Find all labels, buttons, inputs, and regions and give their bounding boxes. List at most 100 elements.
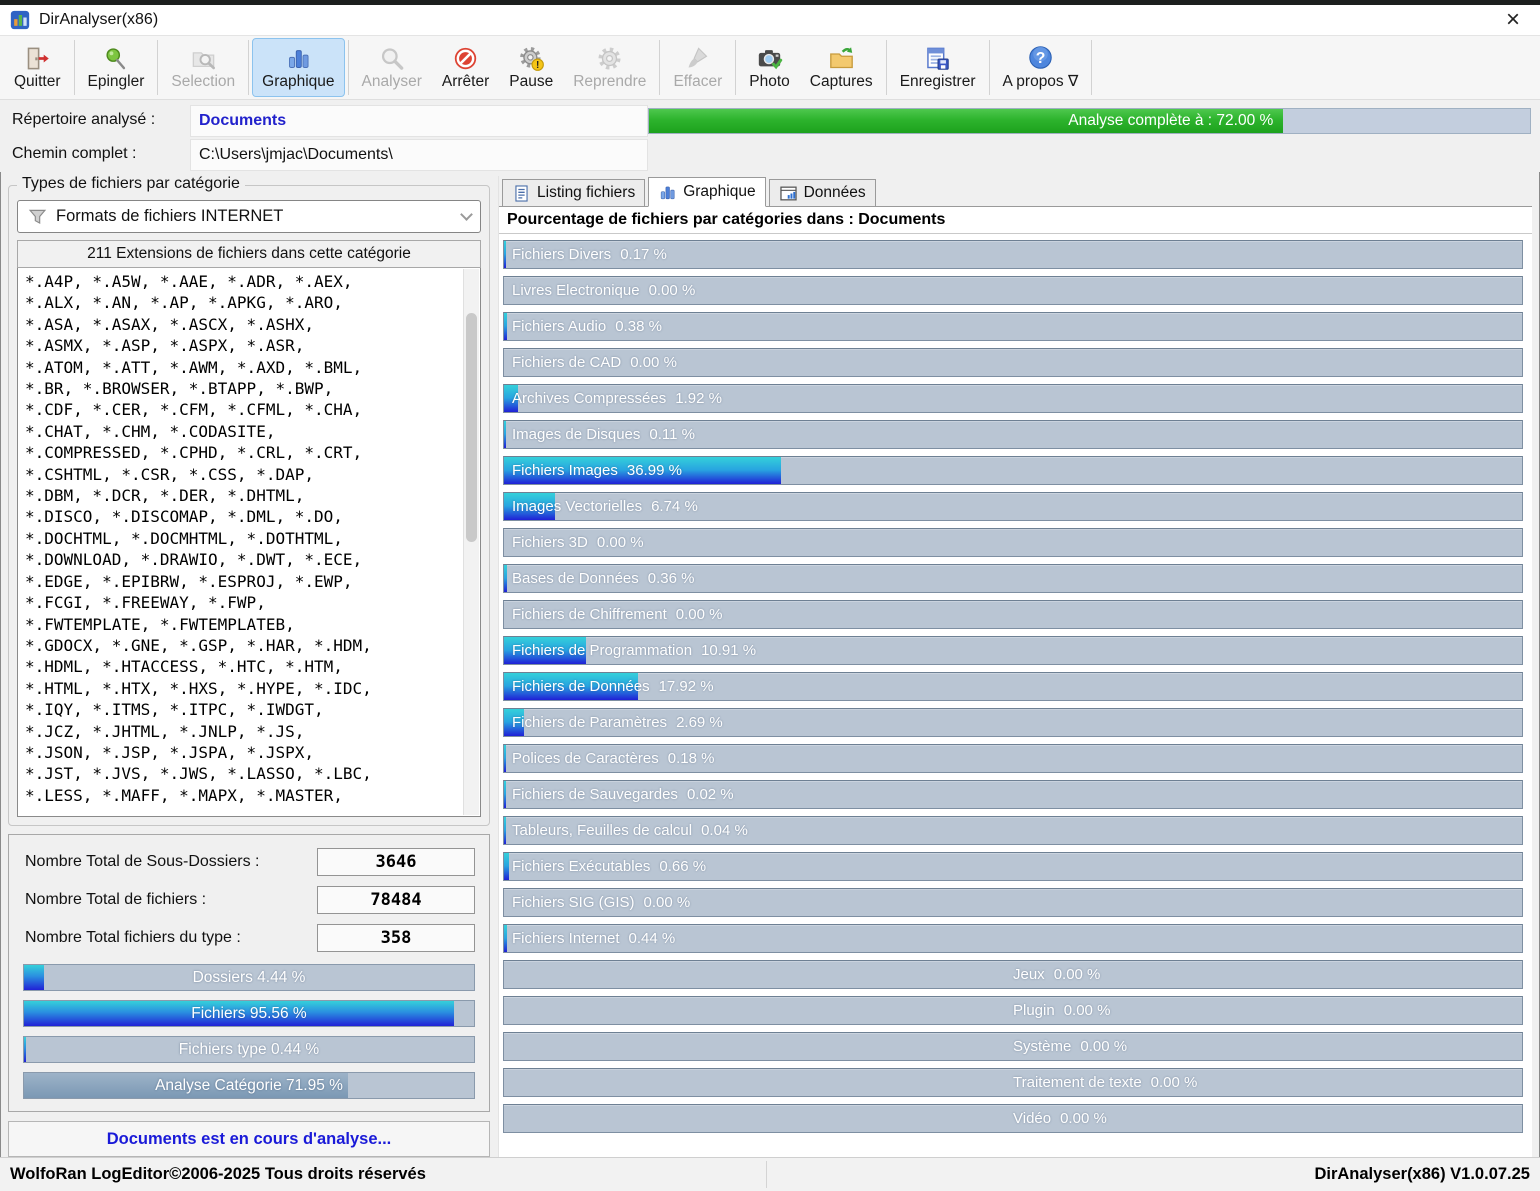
file-types-groupbox: Types de fichiers par catégorie Formats … — [8, 185, 490, 826]
chart-bar-category: Fichiers Exécutables — [512, 858, 650, 875]
statusbar-version: DirAnalyser(x86) V1.0.07.25 — [1314, 1165, 1530, 1184]
chart-bar-value: 0.44 % — [629, 930, 676, 947]
toolbar-button-label: Analyser — [362, 73, 422, 91]
tab-label: Graphique — [683, 183, 755, 201]
toolbar-button-label: Epingler — [88, 73, 145, 91]
chart-bar-text: Fichiers Internet 0.44 % — [504, 925, 1522, 952]
toolbar-button-label: Graphique — [262, 73, 334, 91]
chart-bar-text: Fichiers de Données17.92 % — [504, 673, 1522, 700]
filter-funnel-icon — [27, 206, 48, 227]
toolbar-button-label: Pause — [509, 73, 553, 91]
chart-bar-category: Images de Disques — [512, 426, 640, 443]
chart-bar-value: 0.00 % — [649, 282, 696, 299]
chart-bar-category: Livres Electronique — [512, 282, 640, 299]
extensions-line: *.LESS, *.MAFF, *.MAPX, *.MASTER, — [25, 785, 460, 806]
chart-bar-row: Fichiers 3D0.00 % — [503, 528, 1523, 557]
chart-bar-value: 17.92 % — [659, 678, 714, 695]
extensions-line: *.JSON, *.JSP, *.JSPA, *.JSPX, — [25, 742, 460, 763]
app-icon — [10, 10, 30, 30]
chart-bar-row: Images Vectorielles6.74 % — [503, 492, 1523, 521]
chart-bar-text: Livres Electronique 0.00 % — [504, 277, 1522, 304]
close-button[interactable]: × — [1496, 8, 1530, 32]
toolbar-separator — [886, 40, 887, 95]
toolbar-button-gear-warn[interactable]: Pause — [499, 38, 563, 97]
app-window: DirAnalyser(x86) × QuitterEpinglerSelect… — [0, 0, 1540, 1191]
toolbar-button-stop[interactable]: Arrêter — [432, 38, 499, 97]
toolbar-button-label: Enregistrer — [900, 73, 976, 91]
left-bar-label: Dossiers 4.44 % — [24, 965, 474, 990]
chart-bar-value: 0.00 % — [1151, 1074, 1198, 1091]
extensions-line: *.JCZ, *.JHTML, *.JNLP, *.JS, — [25, 721, 460, 742]
left-bar-label: Fichiers type 0.44 % — [24, 1037, 474, 1062]
tab-doc[interactable]: Listing fichiers — [502, 179, 645, 206]
toolbar-button-label: Reprendre — [573, 73, 646, 91]
extensions-line: *.JST, *.JVS, *.JWS, *.LASSO, *.LBC, — [25, 763, 460, 784]
analysis-status-note: Documents est en cours d'analyse... — [8, 1121, 490, 1157]
total-value: 358 — [317, 924, 475, 952]
chart-bar-text: Fichiers Divers0.17 % — [504, 241, 1522, 268]
chart-bar-row: Fichiers de CAD 0.00 % — [503, 348, 1523, 377]
chart-bar-row: Fichiers Internet 0.44 % — [503, 924, 1523, 953]
chart-bar-row: Vidéo 0.00 % — [503, 1104, 1523, 1133]
chart-bar-category: Archives Compressées — [512, 390, 666, 407]
chart-bar-value: 0.00 % — [630, 354, 677, 371]
tab-chart[interactable]: Graphique — [648, 177, 765, 207]
toolbar-button-help[interactable]: A propos ∇ — [993, 38, 1089, 97]
chart-bar-value: 0.11 % — [649, 426, 695, 443]
chart-bar-value: 0.18 % — [668, 750, 715, 767]
chart-bar-value: 1.92 % — [675, 390, 722, 407]
chart-bar-category: Fichiers Images — [512, 462, 618, 479]
chart-bar-category: Fichiers Internet — [512, 930, 620, 947]
extensions-listbox[interactable]: *.A4P, *.A5W, *.AAE, *.ADR, *.AEX,*.ALX,… — [17, 268, 481, 817]
tab-data[interactable]: Données — [769, 179, 876, 206]
toolbar-button-save[interactable]: Enregistrer — [890, 38, 986, 97]
chart-bar-value: 0.00 % — [1080, 1038, 1127, 1055]
analyzed-dir-field: Documents — [190, 105, 648, 137]
chart-bar-category: Vidéo — [1013, 1110, 1051, 1127]
chart-icon — [285, 45, 312, 72]
toolbar-button-label: Photo — [749, 73, 790, 91]
toolbar-button-camera[interactable]: Photo — [739, 38, 800, 97]
groupbox-title: Types de fichiers par catégorie — [17, 175, 245, 193]
full-path-value: C:\Users\jmjac\Documents\ — [199, 146, 393, 164]
toolbar-button-pin[interactable]: Epingler — [78, 38, 155, 97]
extensions-line: *.GDOCX, *.GNE, *.GSP, *.HAR, *.HDM, — [25, 635, 460, 656]
total-row: Nombre Total fichiers du type :358 — [17, 921, 481, 955]
extensions-line: *.DOWNLOAD, *.DRAWIO, *.DWT, *.ECE, — [25, 549, 460, 570]
chart-bar-value: 0.00 % — [1060, 1110, 1107, 1127]
chart-bar-category: Fichiers de CAD — [512, 354, 621, 371]
chart-bar-row: Fichiers SIG (GIS)0.00 % — [503, 888, 1523, 917]
extensions-line: *.DBM, *.DCR, *.DER, *.DHTML, — [25, 485, 460, 506]
chart-bar-text: Tableurs, Feuilles de calcul0.04 % — [504, 817, 1522, 844]
extensions-text: *.A4P, *.A5W, *.AAE, *.ADR, *.AEX,*.ALX,… — [25, 271, 460, 806]
chart-bar-category: Plugin — [1013, 1002, 1055, 1019]
toolbar-button-chart[interactable]: Graphique — [252, 38, 344, 97]
chart-bar-text: Fichiers de Sauvegardes0.02 % — [504, 781, 1522, 808]
chart-bar-value: 36.99 % — [627, 462, 682, 479]
left-panel: Types de fichiers par catégorie Formats … — [8, 176, 490, 1157]
chart-bar-row: Jeux0.00 % — [503, 960, 1523, 989]
toolbar-button-folder-arrow[interactable]: Captures — [800, 38, 883, 97]
chart-bar-text: Traitement de texte0.00 % — [504, 1069, 1522, 1096]
analysis-progress-text: Analyse complète à : 72.00 % — [1068, 112, 1273, 130]
category-dropdown[interactable]: Formats de fichiers INTERNET — [17, 200, 481, 233]
chart-bar-value: 0.00 % — [1054, 966, 1101, 983]
chart-bar-text: Polices de Caractères0.18 % — [504, 745, 1522, 772]
chart-bar-category: Fichiers 3D — [512, 534, 588, 551]
toolbar-separator — [659, 40, 660, 95]
chart-bar-row: Fichiers Images 36.99 % — [503, 456, 1523, 485]
tab-bar: Listing fichiers Graphique Données — [499, 176, 1532, 207]
extension-count-header: 211 Extensions de fichiers dans cette ca… — [17, 240, 481, 268]
total-value: 3646 — [317, 848, 475, 876]
toolbar-button-label: A propos ∇ — [1003, 72, 1079, 91]
gear-warn-icon — [518, 45, 545, 72]
extensions-scrollbar[interactable] — [463, 269, 479, 815]
extensions-scrollbar-thumb[interactable] — [466, 313, 477, 542]
search-icon — [378, 45, 405, 72]
chart-bar-row: Polices de Caractères0.18 % — [503, 744, 1523, 773]
total-label: Nombre Total de fichiers : — [17, 891, 317, 909]
chart-bar-category: Images Vectorielles — [512, 498, 642, 515]
toolbar-button-exit[interactable]: Quitter — [4, 38, 71, 97]
toolbar-separator — [157, 40, 158, 95]
chart-bar-category: Fichiers Audio — [512, 318, 606, 335]
